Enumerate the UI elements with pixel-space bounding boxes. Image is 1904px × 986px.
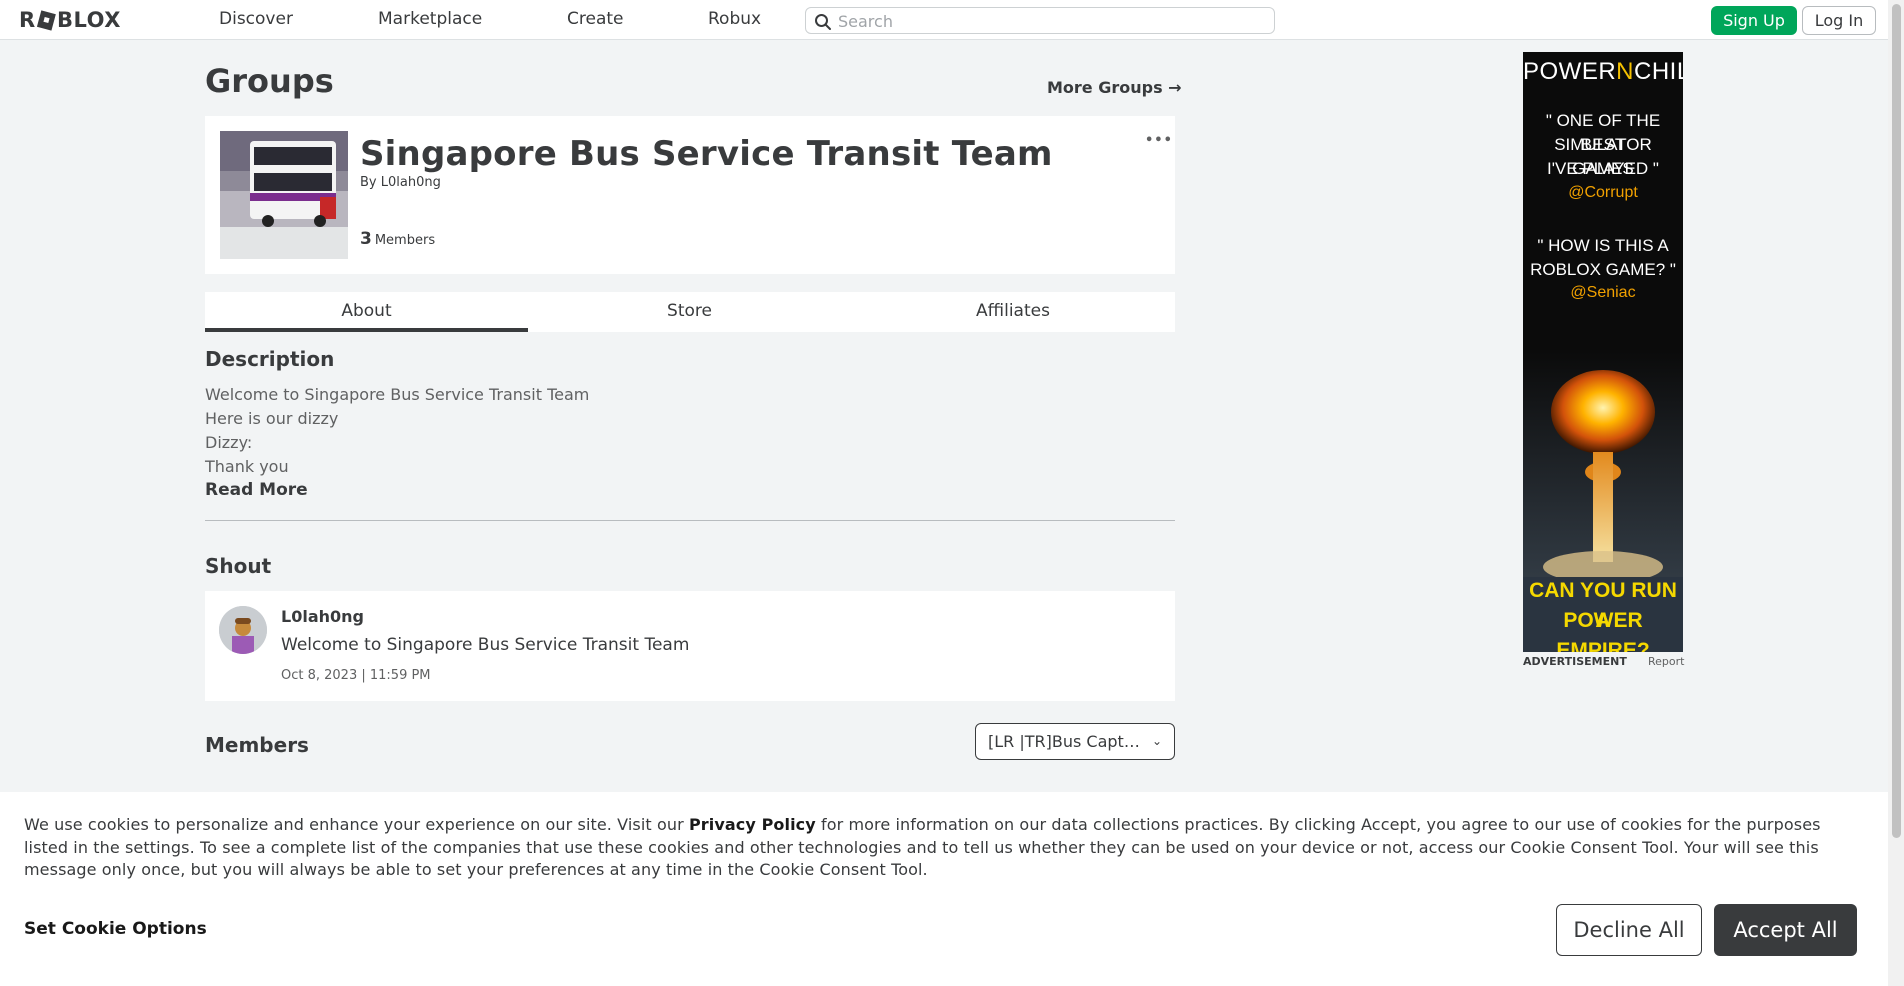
group-emblem xyxy=(220,131,348,259)
tab-store[interactable]: Store xyxy=(528,292,851,332)
role-dropdown[interactable]: [LR |TR]Bus Captain ⌄ xyxy=(975,723,1175,760)
log-in-button[interactable]: Log In xyxy=(1802,6,1876,35)
search-input[interactable] xyxy=(838,11,1258,31)
group-owner-link[interactable]: L0lah0ng xyxy=(381,175,441,190)
ad-quote-line: I'VE PLAYED " xyxy=(1547,159,1659,178)
read-more-button[interactable]: Read More xyxy=(205,480,308,500)
ad-brand-part: POWER xyxy=(1523,58,1617,85)
page-scrollbar[interactable] xyxy=(1888,0,1904,986)
nav-robux[interactable]: Robux xyxy=(708,9,761,29)
ad-brand-part: N xyxy=(1616,58,1635,85)
role-dropdown-value: [LR |TR]Bus Captain xyxy=(988,732,1144,751)
ad-brand: POWERNCHILL xyxy=(1523,58,1683,86)
cookie-text-part: We use cookies to personalize and enhanc… xyxy=(24,815,689,834)
accept-all-button[interactable]: Accept All xyxy=(1714,904,1857,956)
ad-quote-line: " HOW IS THIS A xyxy=(1537,236,1669,255)
more-groups-link[interactable]: More Groups → xyxy=(1047,78,1182,97)
ad-brand-part: CHILL xyxy=(1634,58,1683,85)
nav-marketplace[interactable]: Marketplace xyxy=(378,9,482,29)
set-cookie-options-button[interactable]: Set Cookie Options xyxy=(24,919,207,939)
by-label: By xyxy=(360,175,377,190)
shout-timestamp: Oct 8, 2023 | 11:59 PM xyxy=(281,668,431,683)
group-owner-line: By L0lah0ng xyxy=(360,175,441,190)
shout-author-link[interactable]: L0lah0ng xyxy=(281,607,364,626)
decline-all-button[interactable]: Decline All xyxy=(1556,904,1702,956)
ad-cta-line: POWER EMPIRE? xyxy=(1556,609,1650,652)
cookie-message: We use cookies to personalize and enhanc… xyxy=(24,814,1864,882)
avatar[interactable] xyxy=(219,606,267,654)
svg-text:R: R xyxy=(19,8,36,32)
advertisement-banner[interactable]: POWERNCHILL " ONE OF THE BEST SIMULATOR … xyxy=(1523,52,1683,652)
page-title: Groups xyxy=(205,62,334,100)
group-header-card: Singapore Bus Service Transit Team By L0… xyxy=(205,116,1175,274)
group-name: Singapore Bus Service Transit Team xyxy=(360,134,1053,174)
section-divider xyxy=(205,520,1175,521)
roblox-logo[interactable]: R BLOX xyxy=(19,8,139,32)
tab-about[interactable]: About xyxy=(205,292,528,332)
members-title: Members xyxy=(205,733,309,757)
shout-title: Shout xyxy=(205,554,272,578)
more-options-icon[interactable]: ••• xyxy=(1145,133,1173,148)
scrollbar-thumb[interactable] xyxy=(1892,4,1901,838)
tab-affiliates[interactable]: Affiliates xyxy=(851,292,1175,332)
ad-label: ADVERTISEMENT xyxy=(1523,655,1627,668)
nav-discover[interactable]: Discover xyxy=(219,9,293,29)
member-count-label: Members xyxy=(374,233,436,248)
description-title: Description xyxy=(205,347,335,371)
search-box[interactable] xyxy=(805,7,1275,34)
top-nav-bar: R BLOX Discover Marketplace Create Robux… xyxy=(0,0,1888,40)
member-count-value: 3 xyxy=(360,229,372,249)
description-line: Dizzy: xyxy=(205,433,253,452)
ad-report-link[interactable]: Report xyxy=(1648,655,1684,668)
cookie-consent-banner: We use cookies to personalize and enhanc… xyxy=(0,792,1888,986)
ad-quote-line: ROBLOX GAME? " xyxy=(1530,260,1676,279)
description-line: Here is our dizzy xyxy=(205,409,339,428)
privacy-policy-link[interactable]: Privacy Policy xyxy=(689,815,816,834)
shout-message: Welcome to Singapore Bus Service Transit… xyxy=(281,635,690,655)
ad-credit: @Seniac xyxy=(1570,284,1636,301)
group-tabs: About Store Affiliates xyxy=(205,292,1175,332)
description-line: Welcome to Singapore Bus Service Transit… xyxy=(205,385,590,404)
group-member-count: 3 Members xyxy=(360,229,435,249)
sign-up-button[interactable]: Sign Up xyxy=(1711,6,1797,35)
search-icon xyxy=(815,14,831,30)
nav-create[interactable]: Create xyxy=(567,9,624,29)
shout-card: L0lah0ng Welcome to Singapore Bus Servic… xyxy=(205,591,1175,701)
chevron-down-icon: ⌄ xyxy=(1151,734,1162,748)
description-line: Thank you xyxy=(205,457,289,476)
svg-text:BLOX: BLOX xyxy=(57,8,121,32)
ad-credit: @Corrupt xyxy=(1568,184,1638,201)
